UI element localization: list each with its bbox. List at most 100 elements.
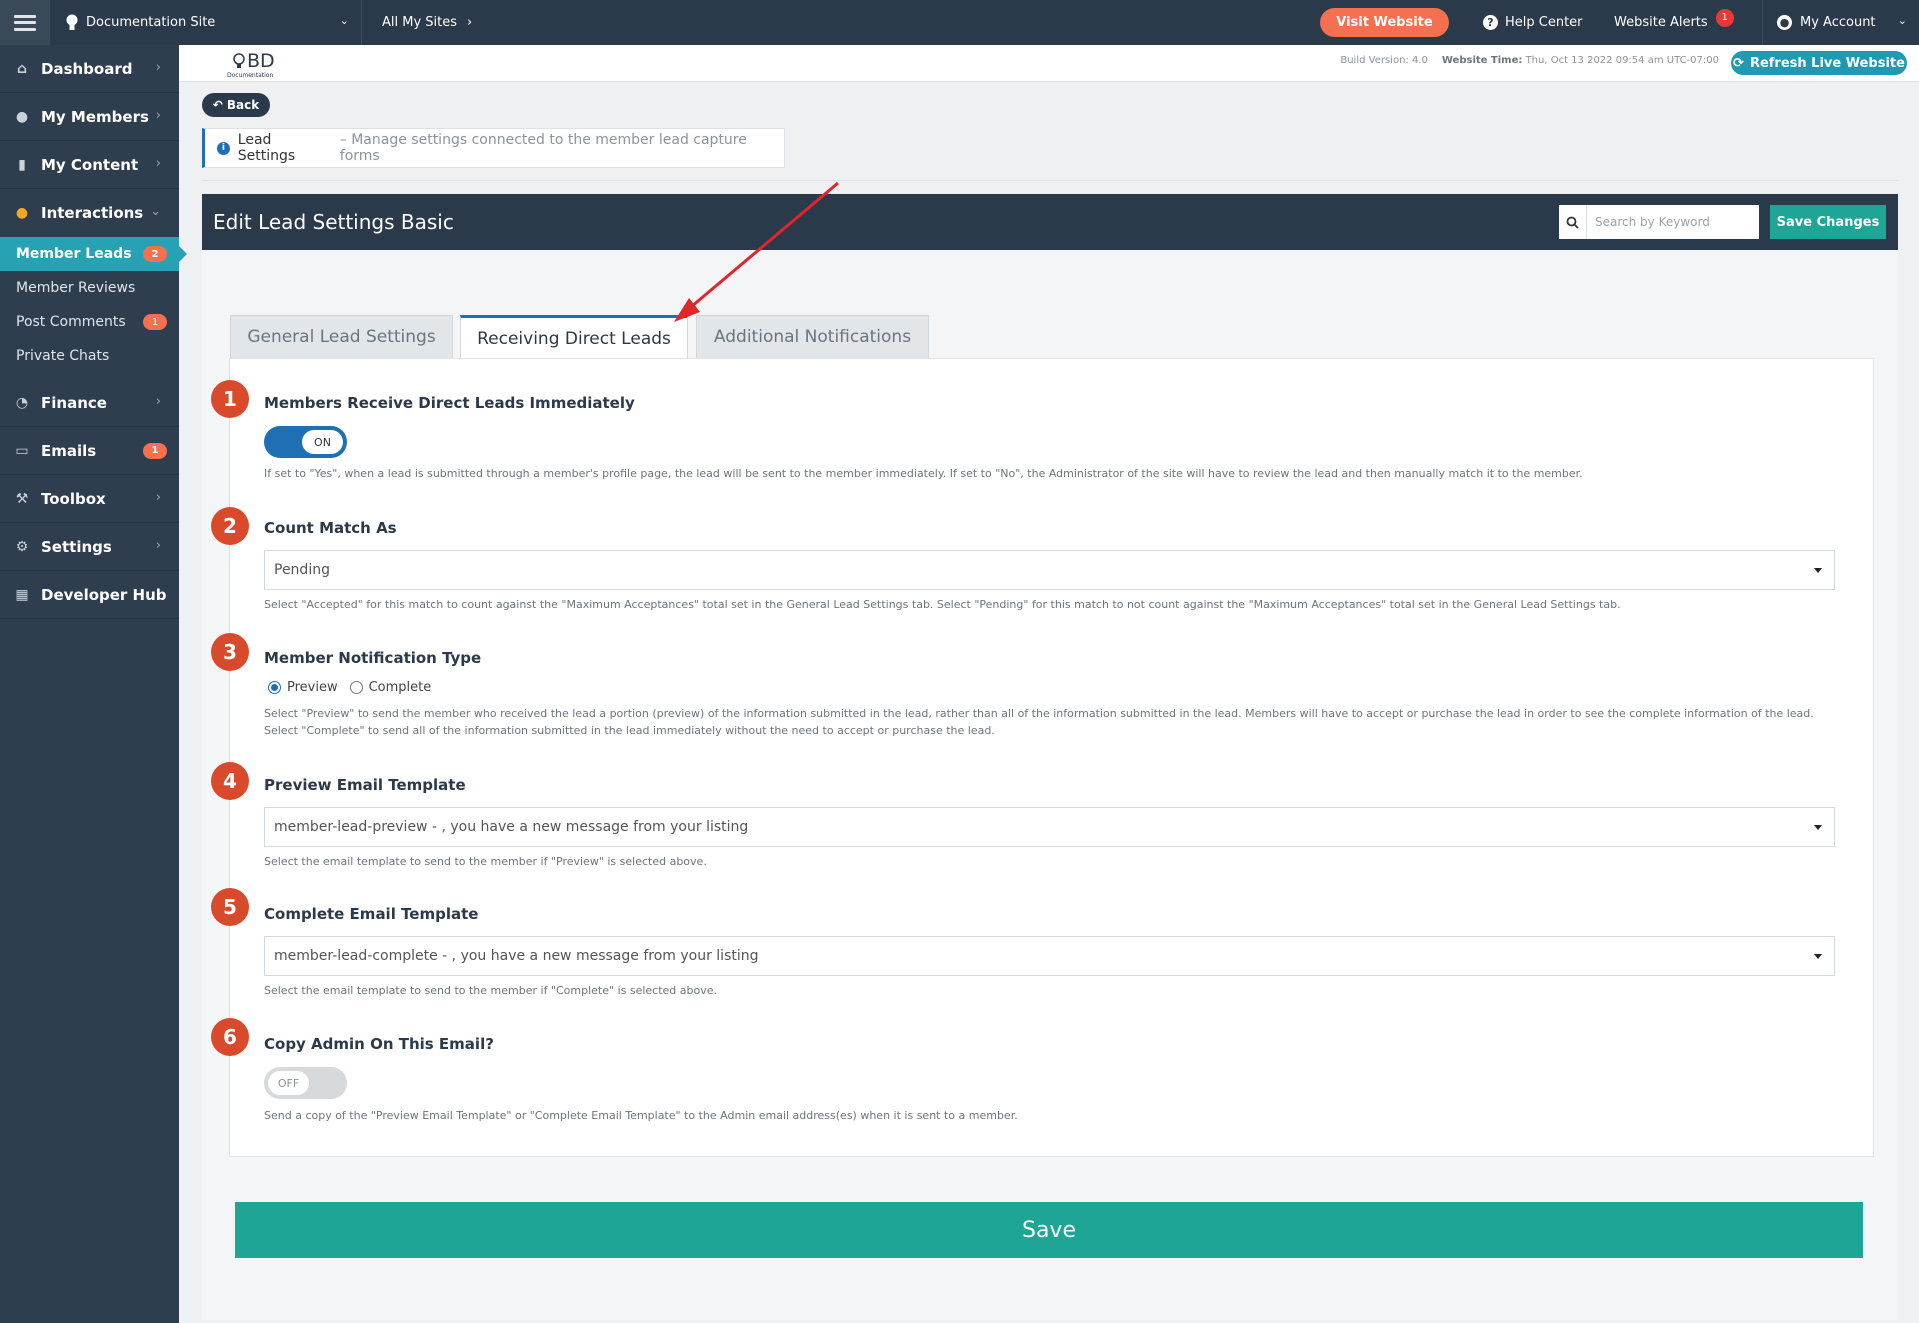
sidebar-item-my-members[interactable]: ● My Members ›	[0, 93, 179, 141]
visit-website-button[interactable]: Visit Website	[1320, 8, 1449, 37]
my-account-label: My Account	[1800, 15, 1876, 30]
dashboard-icon: ⌂	[16, 60, 28, 77]
sidebar-item-label: Dashboard	[41, 59, 133, 78]
sidebar-item-member-leads[interactable]: Member Leads 2	[0, 237, 187, 271]
menu-toggle-button[interactable]	[0, 0, 50, 45]
field-label: Preview Email Template	[264, 776, 466, 794]
brand-logo[interactable]: BD Documentation	[227, 49, 293, 79]
complete-email-template-select[interactable]: member-lead-complete - , you have a new …	[264, 936, 1835, 976]
refresh-label: Refresh Live Website	[1749, 55, 1905, 71]
sidebar-item-interactions[interactable]: ● Interactions ⌄	[0, 189, 179, 237]
preview-email-template-select[interactable]: member-lead-preview - , you have a new m…	[264, 807, 1835, 847]
caret-down-icon	[1814, 568, 1822, 573]
tab-additional-notifications[interactable]: Additional Notifications	[696, 315, 929, 358]
select-value: Pending	[274, 562, 330, 578]
radio-preview-label[interactable]: Preview	[287, 680, 338, 695]
sidebar-item-toolbox[interactable]: ⚒ Toolbox ›	[0, 475, 179, 523]
sidebar-item-label: Toolbox	[41, 489, 106, 508]
help-center-label: Help Center	[1505, 15, 1583, 30]
sidebar-item-label: My Members	[41, 107, 149, 126]
top-bar: Documentation Site ⌄ All My Sites › Visi…	[0, 0, 1919, 45]
step-number-badge: 5	[211, 888, 249, 926]
toggle-state-label: OFF	[268, 1071, 309, 1095]
step-number-badge: 3	[211, 633, 249, 671]
chevron-down-icon: ⌄	[150, 204, 161, 219]
members-icon: ●	[15, 108, 29, 125]
sidebar-item-my-content[interactable]: ▮ My Content ›	[0, 141, 179, 189]
help-center-link[interactable]: ? Help Center	[1483, 0, 1583, 45]
sidebar-item-label: Developer Hub	[41, 585, 167, 604]
search-icon[interactable]	[1559, 205, 1587, 239]
chevron-right-icon: ›	[155, 394, 161, 409]
direct-leads-toggle[interactable]: ON	[264, 426, 347, 458]
sidebar-item-label: Emails	[41, 441, 97, 460]
step-number-badge: 4	[211, 762, 249, 800]
site-selector[interactable]: Documentation Site ⌄	[50, 0, 362, 45]
chevron-down-icon: ⌄	[339, 14, 349, 27]
count-badge: 2	[143, 246, 167, 262]
sidebar-item-post-comments[interactable]: Post Comments 1	[0, 305, 179, 339]
radio-preview[interactable]	[268, 681, 281, 694]
help-text: Select the email template to send to the…	[264, 984, 718, 997]
sidebar-item-finance[interactable]: ◔ Finance ›	[0, 379, 179, 427]
radio-complete[interactable]	[349, 681, 363, 694]
alerts-badge: 1	[1715, 8, 1734, 27]
sidebar-item-member-reviews[interactable]: Member Reviews	[0, 271, 179, 305]
step-number-badge: 2	[211, 507, 249, 545]
sub-header: BD Documentation Build Version: 4.0 Webs…	[179, 45, 1919, 82]
field-label: Copy Admin On This Email?	[264, 1035, 494, 1053]
sidebar-subitem-label: Post Comments	[16, 314, 126, 330]
svg-text:BD: BD	[247, 50, 275, 72]
count-match-select[interactable]: Pending	[264, 550, 1835, 590]
website-alerts-link[interactable]: Website Alerts 1	[1614, 0, 1734, 45]
sidebar-item-label: Settings	[41, 537, 112, 556]
tab-general-lead-settings[interactable]: General Lead Settings	[230, 315, 453, 358]
reply-arrow-icon: ↶	[212, 98, 223, 112]
chevron-right-icon: ›	[467, 15, 473, 30]
back-button[interactable]: ↶ Back	[202, 93, 270, 117]
count-badge: 1	[143, 442, 167, 459]
chat-icon: ●	[15, 205, 29, 221]
notification-type-radios: Preview Complete	[268, 680, 431, 695]
chevron-right-icon: ›	[155, 60, 161, 75]
all-sites-label: All My Sites	[382, 15, 458, 30]
refresh-live-website-button[interactable]: ⟳ Refresh Live Website	[1731, 51, 1907, 75]
panel-title: Edit Lead Settings Basic	[213, 210, 454, 234]
help-text-line: Select "Complete" to send all of the inf…	[264, 724, 995, 737]
pie-chart-icon: ◔	[15, 394, 29, 411]
sidebar-item-emails[interactable]: ▭ Emails 1	[0, 427, 179, 475]
save-changes-button[interactable]: Save Changes	[1770, 205, 1886, 239]
tab-receiving-direct-leads[interactable]: Receiving Direct Leads	[460, 315, 688, 359]
panel-header: Edit Lead Settings Basic Save Changes	[202, 194, 1898, 250]
caret-down-icon	[1814, 954, 1822, 959]
back-label: Back	[226, 98, 260, 112]
all-sites-link[interactable]: All My Sites ›	[382, 0, 472, 45]
hamburger-icon	[14, 14, 36, 31]
save-button[interactable]: Save	[235, 1202, 1863, 1258]
lightbulb-icon	[66, 14, 78, 30]
sidebar: ⌂ Dashboard › ● My Members › ▮ My Conten…	[0, 45, 187, 1323]
site-name: Documentation Site	[86, 15, 216, 30]
sidebar-item-developer-hub[interactable]: ▦ Developer Hub	[0, 571, 179, 619]
field-label: Complete Email Template	[264, 905, 479, 923]
sidebar-item-dashboard[interactable]: ⌂ Dashboard ›	[0, 45, 179, 93]
help-text: Select "Preview" to send the member who …	[264, 705, 1864, 739]
toggle-state-label: ON	[302, 430, 343, 454]
sidebar-item-settings[interactable]: ⚙ Settings ›	[0, 523, 179, 571]
copy-admin-toggle[interactable]: OFF	[264, 1067, 347, 1099]
sidebar-subitem-label: Member Leads	[16, 246, 132, 262]
sidebar-subitem-label: Private Chats	[16, 348, 110, 364]
help-text: If set to "Yes", when a lead is submitte…	[264, 467, 1583, 480]
search-input[interactable]	[1587, 207, 1747, 237]
page-title: Lead Settings	[237, 132, 296, 164]
radio-complete-label[interactable]: Complete	[369, 680, 432, 695]
sidebar-item-private-chats[interactable]: Private Chats	[0, 339, 179, 373]
my-account-menu[interactable]: ● My Account ⌄	[1762, 0, 1919, 45]
sidebar-subitem-label: Member Reviews	[16, 280, 136, 296]
divider	[202, 180, 1898, 181]
step-number-badge: 6	[211, 1018, 249, 1056]
gear-icon: ⚙	[15, 538, 29, 555]
field-label: Members Receive Direct Leads Immediately	[264, 394, 635, 412]
help-text: Select "Accepted" for this match to coun…	[264, 598, 1621, 611]
website-alerts-label: Website Alerts	[1614, 15, 1708, 30]
